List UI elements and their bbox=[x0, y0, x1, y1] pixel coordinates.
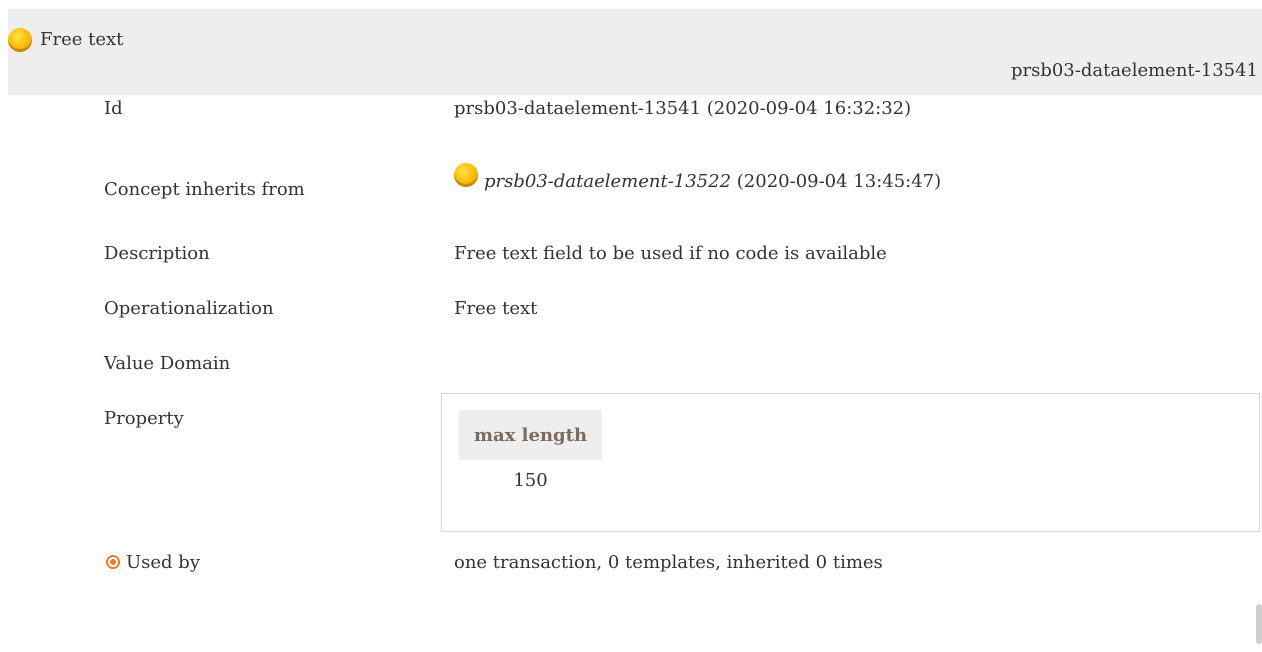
status-dot-icon bbox=[8, 28, 32, 52]
used-by-value: one transaction, 0 templates, inherited … bbox=[454, 552, 883, 573]
inherit-date: (2020-09-04 13:45:47) bbox=[736, 171, 942, 192]
id-value: prsb03-dataelement-13541 (2020-09-04 16:… bbox=[454, 98, 912, 119]
id-label: Id bbox=[104, 98, 123, 119]
description-value: Free text field to be used if no code is… bbox=[454, 243, 887, 264]
inherits-value: prsb03-dataelement-13522 (2020-09-04 13:… bbox=[454, 163, 942, 194]
target-icon bbox=[104, 553, 122, 571]
property-label: Property bbox=[104, 408, 184, 429]
property-value-max-length: 150 bbox=[513, 470, 548, 491]
property-table: max length 150 bbox=[441, 393, 1260, 532]
concept-id-header: prsb03-dataelement-13541 bbox=[1010, 60, 1258, 81]
inherit-status-dot-icon bbox=[454, 163, 478, 187]
header-title-group: Free text bbox=[8, 28, 123, 52]
scrollbar-thumb[interactable] bbox=[1256, 604, 1262, 644]
concept-title: Free text bbox=[40, 29, 124, 50]
inherit-reference-link[interactable]: prsb03-dataelement-13522 bbox=[484, 171, 731, 193]
used-by-label[interactable]: Used by bbox=[126, 552, 200, 574]
property-header-max-length: max length bbox=[459, 410, 602, 460]
value-domain-label: Value Domain bbox=[104, 353, 231, 374]
inherits-label: Concept inherits from bbox=[104, 179, 305, 200]
concept-header: Free text prsb03-dataelement-13541 bbox=[8, 9, 1262, 95]
operationalization-label: Operationalization bbox=[104, 298, 274, 319]
description-label: Description bbox=[104, 243, 210, 264]
operationalization-value: Free text bbox=[454, 298, 538, 319]
